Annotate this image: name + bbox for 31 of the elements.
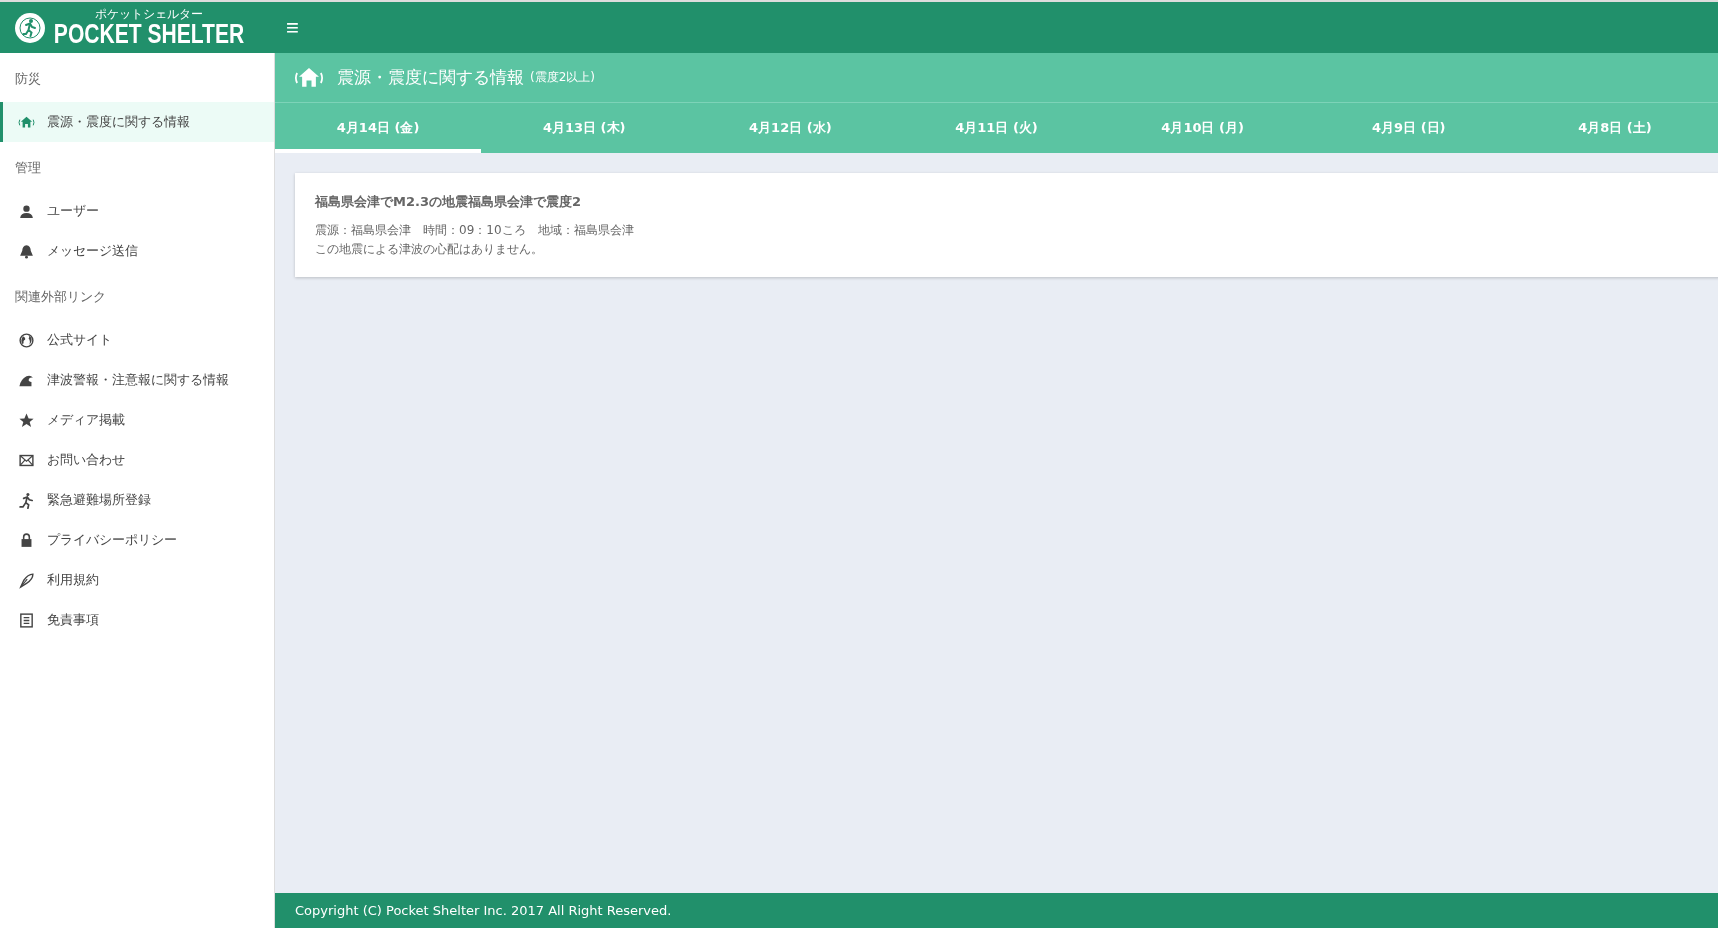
sidebar-item[interactable]: 免責事項 bbox=[0, 600, 274, 640]
feather-pen-icon bbox=[18, 571, 35, 589]
sidebar-item[interactable]: プライバシーポリシー bbox=[0, 520, 274, 560]
bell-icon bbox=[18, 242, 35, 260]
page-subtitle: (震度2以上) bbox=[530, 69, 595, 86]
sidebar-item[interactable]: ユーザー bbox=[0, 191, 274, 231]
sidebar-item[interactable]: お問い合わせ bbox=[0, 440, 274, 480]
sidebar-section-title: 防災 bbox=[14, 70, 42, 88]
sidebar-item[interactable]: 津波警報・注意報に関する情報 bbox=[0, 360, 274, 400]
globe-icon bbox=[18, 331, 35, 349]
logo-emblem-icon bbox=[14, 11, 46, 44]
sidebar-item[interactable]: 利用規約 bbox=[0, 560, 274, 600]
event-note: この地震による津波の心配はありません。 bbox=[315, 241, 544, 259]
sidebar-item[interactable]: メッセージ送信 bbox=[0, 231, 274, 271]
page-title: 震源・震度に関する情報 bbox=[337, 66, 524, 89]
star-icon bbox=[18, 411, 35, 429]
logo-subtitle: ポケットシェルター bbox=[95, 7, 203, 20]
sidebar-section-title: 管理 bbox=[14, 159, 42, 177]
document-list-icon bbox=[18, 611, 35, 629]
event-details: 震源：福島県会津 時間：09：10ころ 地域：福島県会津 bbox=[315, 222, 635, 239]
sidebar-section-title: 関連外部リンク bbox=[14, 288, 107, 306]
sidebar-item[interactable]: 公式サイト bbox=[0, 320, 274, 360]
sidebar-item[interactable]: メディア掲載 bbox=[0, 400, 274, 440]
running-person-icon bbox=[18, 491, 35, 509]
menu-button[interactable]: ≡ bbox=[278, 2, 307, 53]
logo-text: POCKET SHELTER bbox=[53, 20, 245, 48]
copyright-text: Copyright (C) Pocket Shelter Inc. 2017 All Right Reserved. bbox=[295, 903, 672, 918]
sidebar-item[interactable]: 緊急避難場所登録 bbox=[0, 480, 274, 520]
user-icon bbox=[18, 202, 35, 220]
event-title: 福島県会津でM2.3の地震福島県会津で震度2 bbox=[315, 193, 582, 211]
sidebar-item[interactable]: 震源・震度に関する情報 bbox=[0, 102, 274, 142]
